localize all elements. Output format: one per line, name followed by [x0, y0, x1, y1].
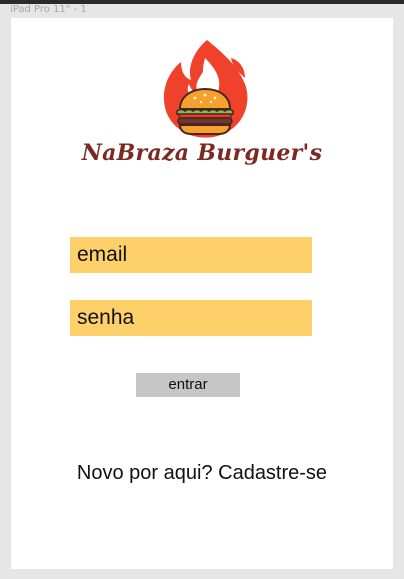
password-input[interactable] — [77, 300, 312, 336]
email-input[interactable] — [77, 237, 312, 273]
login-button[interactable]: entrar — [136, 373, 240, 397]
email-field[interactable] — [70, 237, 312, 273]
signup-link[interactable]: Novo por aqui? Cadastre-se — [11, 462, 393, 485]
burger-flame-icon — [161, 38, 249, 140]
brand-name: NaBraza Burguer's — [81, 140, 323, 166]
ipad-artboard: NaBraza Burguer's entrar Novo por aqui? … — [11, 18, 393, 569]
frame-label: iPad Pro 11" - 1 — [10, 4, 87, 15]
password-field[interactable] — [70, 300, 312, 336]
